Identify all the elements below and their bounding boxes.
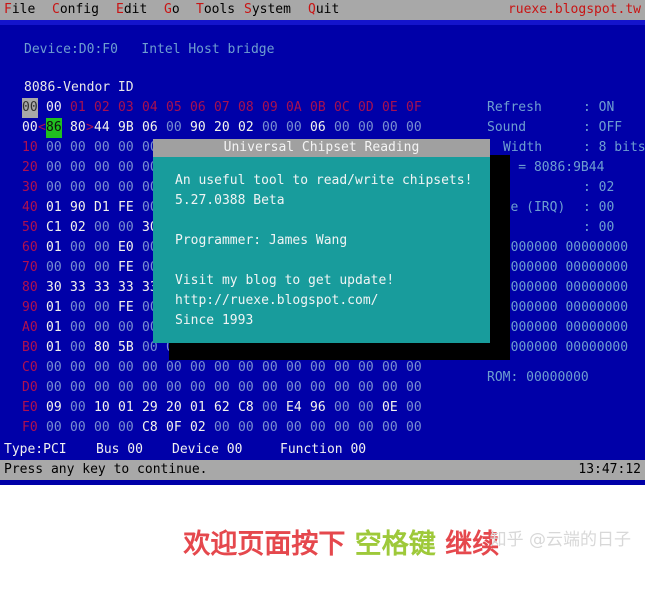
dialog-line: 5.27.0388 Beta bbox=[175, 193, 285, 208]
refresh-label: Refresh bbox=[487, 100, 542, 115]
clock: 13:47:12 bbox=[578, 462, 641, 477]
caption-part-2: 空格键 bbox=[354, 529, 436, 560]
dialog-line: Visit my blog to get update! bbox=[175, 273, 395, 288]
sound-label: Sound bbox=[487, 120, 527, 135]
refresh-value: : ON bbox=[583, 100, 615, 115]
prompt-text: Press any key to continue. bbox=[4, 462, 208, 477]
line-irq-value: : 00 bbox=[583, 200, 615, 215]
bar-register-row: 00000000 00000000 bbox=[495, 300, 629, 315]
bar-register-row: 00000000 00000000 bbox=[495, 340, 629, 355]
bar-register-row: 00000000 00000000 bbox=[495, 280, 629, 295]
sound-value: : OFF bbox=[583, 120, 623, 135]
bar-register-row: 00000000 00000000 bbox=[495, 320, 629, 335]
status-item: Function 00 bbox=[280, 442, 367, 457]
about-dialog[interactable]: Universal Chipset Reading An useful tool… bbox=[153, 139, 490, 343]
terminal-screen: File Config Edit Go Tools System Quit ruexe.blo… bbox=[0, 0, 645, 485]
bar-register-row: 00000000 00000000 bbox=[495, 240, 629, 255]
status-item: Bus 00 bbox=[96, 442, 143, 457]
rom-line: ROM: 00000000 bbox=[487, 370, 589, 385]
status-item: Device 00 bbox=[172, 442, 243, 457]
status-line: Type:PCI Bus 00 Device 00 Function 00 bbox=[0, 440, 645, 460]
dialog-title: Universal Chipset Reading bbox=[153, 139, 490, 157]
caption-part-1: 欢迎页面按下 bbox=[183, 529, 355, 560]
dialog-line: Programmer: James Wang bbox=[175, 233, 348, 248]
prompt-bar: Press any key to continue. 13:47:12 bbox=[0, 460, 645, 480]
id-value: : 02 bbox=[583, 180, 615, 195]
width-value: : 8 bits bbox=[583, 140, 645, 155]
bar-register-row: 00000000 00000000 bbox=[495, 260, 629, 275]
dialog-line[interactable]: http://ruexe.blogspot.com/ bbox=[175, 291, 379, 311]
caption-area: 欢迎页面按下 空格键 继续 知乎 @云端的日子 bbox=[0, 485, 645, 560]
pin-value: : 00 bbox=[583, 220, 615, 235]
dialog-line: An useful tool to read/write chipsets! bbox=[175, 173, 473, 188]
dialog-line: Since 1993 bbox=[175, 313, 254, 328]
watermark: 知乎 @云端的日子 bbox=[489, 530, 631, 550]
status-item: Type:PCI bbox=[4, 442, 67, 457]
